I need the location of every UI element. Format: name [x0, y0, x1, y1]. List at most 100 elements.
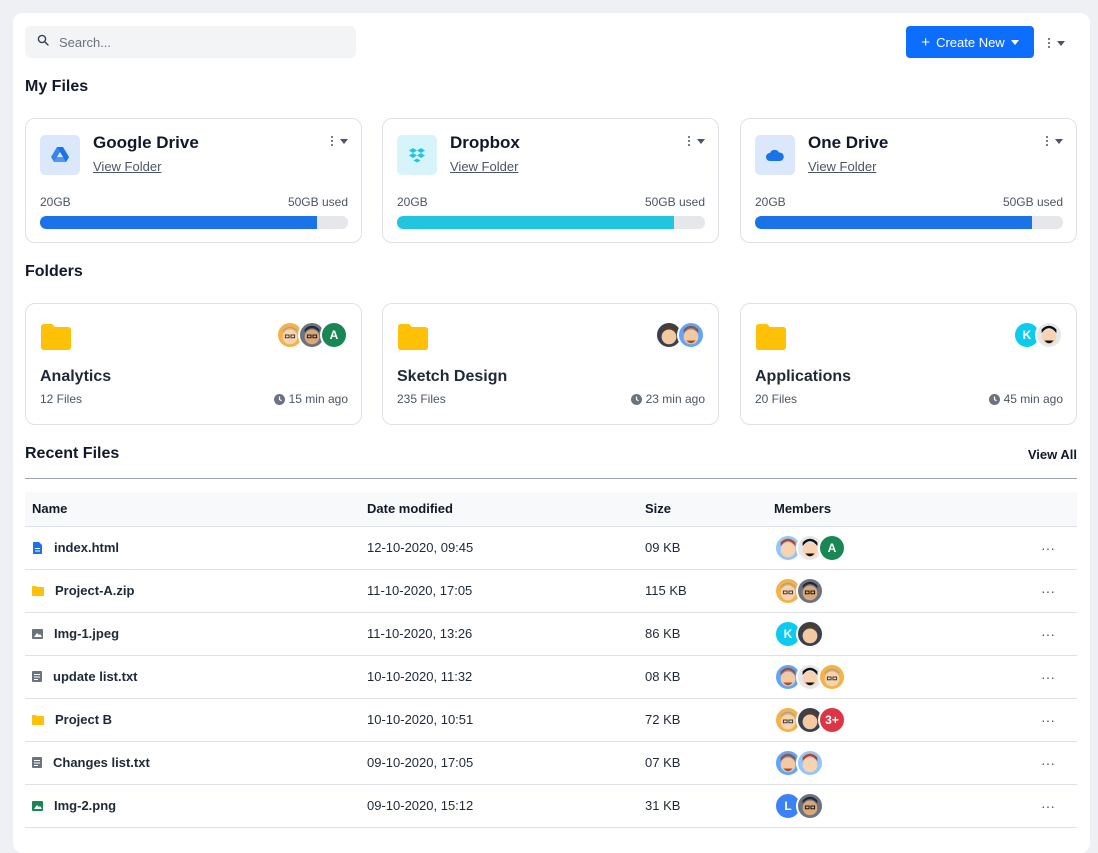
folder-file-count: 12 Files — [40, 392, 83, 406]
file-manager-panel: + Create New My Files Google Drive View … — [13, 13, 1090, 853]
storage-used: 50GB used — [1002, 195, 1063, 209]
avatar — [796, 619, 824, 648]
chevron-down-icon — [340, 138, 348, 144]
row-more-icon[interactable]: ··· — [1012, 741, 1077, 784]
member-avatars: K — [774, 619, 1012, 648]
card-menu[interactable] — [1046, 136, 1063, 146]
plus-icon: + — [921, 33, 931, 51]
avatar: A — [320, 321, 348, 349]
folder-card-applications[interactable]: K Applications 20 Files 45 min ago — [740, 303, 1077, 425]
avatar — [1035, 321, 1063, 349]
member-avatars — [774, 748, 1012, 777]
folder-card-sketch-design[interactable]: Sketch Design 235 Files 23 min ago — [382, 303, 719, 425]
storage-total: 20GB — [40, 195, 71, 209]
folder-updated: 23 min ago — [630, 392, 705, 406]
create-new-button[interactable]: + Create New — [906, 26, 1034, 58]
clock-icon — [273, 393, 285, 405]
view-all-link[interactable]: View All — [1028, 447, 1077, 462]
image-file-icon — [32, 628, 43, 639]
create-new-label: Create New — [936, 34, 1005, 50]
column-header-actions — [1012, 492, 1077, 527]
file-date: 11-10-2020, 13:26 — [367, 626, 473, 641]
file-name[interactable]: update list.txt — [53, 669, 138, 684]
member-avatars: L — [774, 791, 1012, 820]
folder-name: Applications — [755, 368, 852, 385]
folder-icon — [398, 324, 428, 350]
file-name[interactable]: Changes list.txt — [53, 755, 150, 770]
storage-total: 20GB — [755, 195, 786, 209]
row-more-icon[interactable]: ··· — [1012, 655, 1077, 698]
member-avatars: A — [774, 533, 1012, 562]
table-row[interactable]: Changes list.txt 09-10-2020, 17:05 07 KB… — [25, 741, 1077, 784]
my-files-title: My Files — [25, 78, 89, 95]
file-size: 31 KB — [645, 798, 681, 813]
column-header-size[interactable]: Size — [638, 492, 767, 527]
file-size: 07 KB — [645, 755, 681, 770]
avatar — [796, 791, 824, 820]
table-row[interactable]: update list.txt 10-10-2020, 11:32 08 KB … — [25, 655, 1077, 698]
file-name[interactable]: index.html — [54, 540, 119, 555]
folder-time: 15 min ago — [288, 392, 348, 406]
storage-progress-bar — [397, 216, 705, 229]
row-more-icon[interactable]: ··· — [1012, 784, 1077, 827]
card-menu[interactable] — [331, 136, 348, 146]
row-more-icon[interactable]: ··· — [1012, 612, 1077, 655]
view-folder-link[interactable]: View Folder — [93, 159, 161, 174]
storage-card-dropbox[interactable]: Dropbox View Folder 20GB 50GB used — [382, 118, 719, 243]
avatar — [796, 748, 824, 777]
folder-time: 45 min ago — [1003, 392, 1063, 406]
storage-card-google-drive[interactable]: Google Drive View Folder 20GB 50GB used — [25, 118, 362, 243]
folder-file-count: 20 Files — [755, 392, 798, 406]
table-row[interactable]: index.html 12-10-2020, 09:45 09 KB A ··· — [25, 526, 1077, 569]
file-name[interactable]: Img-1.jpeg — [54, 626, 119, 641]
file-name[interactable]: Project-A.zip — [55, 583, 134, 598]
table-row[interactable]: Img-1.jpeg 11-10-2020, 13:26 86 KB K ··· — [25, 612, 1077, 655]
table-row[interactable]: Project B 10-10-2020, 10:51 72 KB 3+ ··· — [25, 698, 1077, 741]
file-size: 72 KB — [645, 712, 681, 727]
kebab-icon — [688, 136, 690, 146]
file-size: 08 KB — [645, 669, 681, 684]
column-header-date[interactable]: Date modified — [360, 492, 638, 527]
folder-updated: 15 min ago — [273, 392, 348, 406]
folder-time: 23 min ago — [645, 392, 705, 406]
chevron-down-icon — [697, 138, 705, 144]
top-bar: + Create New — [25, 26, 1077, 58]
view-folder-link[interactable]: View Folder — [450, 159, 518, 174]
member-avatars: 3+ — [774, 705, 1012, 734]
file-name[interactable]: Img-2.png — [54, 798, 116, 813]
folder-card-analytics[interactable]: A Analytics 12 Files 15 min ago — [25, 303, 362, 425]
view-folder-link[interactable]: View Folder — [808, 159, 876, 174]
row-more-icon[interactable]: ··· — [1012, 698, 1077, 741]
search-input[interactable] — [59, 34, 339, 50]
avatar-more-badge[interactable]: 3+ — [818, 705, 846, 734]
search-box[interactable] — [25, 26, 356, 58]
file-date: 10-10-2020, 10:51 — [367, 712, 474, 727]
html-file-icon — [33, 541, 42, 554]
folder-name: Sketch Design — [397, 368, 508, 385]
more-options-menu[interactable] — [1048, 38, 1065, 48]
file-date: 10-10-2020, 11:32 — [367, 669, 473, 684]
row-more-icon[interactable]: ··· — [1012, 569, 1077, 612]
storage-card-onedrive[interactable]: One Drive View Folder 20GB 50GB used — [740, 118, 1077, 243]
row-more-icon[interactable]: ··· — [1012, 526, 1077, 569]
folders-title: Folders — [25, 263, 83, 280]
member-avatars: A — [276, 321, 348, 349]
column-header-members[interactable]: Members — [767, 492, 1012, 527]
file-size: 86 KB — [645, 626, 681, 641]
avatar — [677, 321, 705, 349]
storage-name: Google Drive — [93, 133, 199, 152]
table-row[interactable]: Img-2.png 09-10-2020, 15:12 31 KB L ··· — [25, 784, 1077, 827]
search-icon — [37, 33, 49, 51]
table-row[interactable]: Project-A.zip 11-10-2020, 17:05 115 KB ·… — [25, 569, 1077, 612]
member-avatars: K — [1013, 321, 1063, 349]
kebab-icon — [1048, 38, 1050, 48]
card-menu[interactable] — [688, 136, 705, 146]
divider — [25, 478, 1077, 479]
recent-files-table: Name Date modified Size Members index.ht… — [25, 492, 1077, 828]
kebab-icon — [1046, 136, 1048, 146]
column-header-name[interactable]: Name — [25, 492, 360, 527]
file-name[interactable]: Project B — [55, 712, 112, 727]
progress-fill — [397, 216, 675, 229]
text-file-icon — [32, 757, 42, 768]
member-avatars — [774, 576, 1012, 605]
